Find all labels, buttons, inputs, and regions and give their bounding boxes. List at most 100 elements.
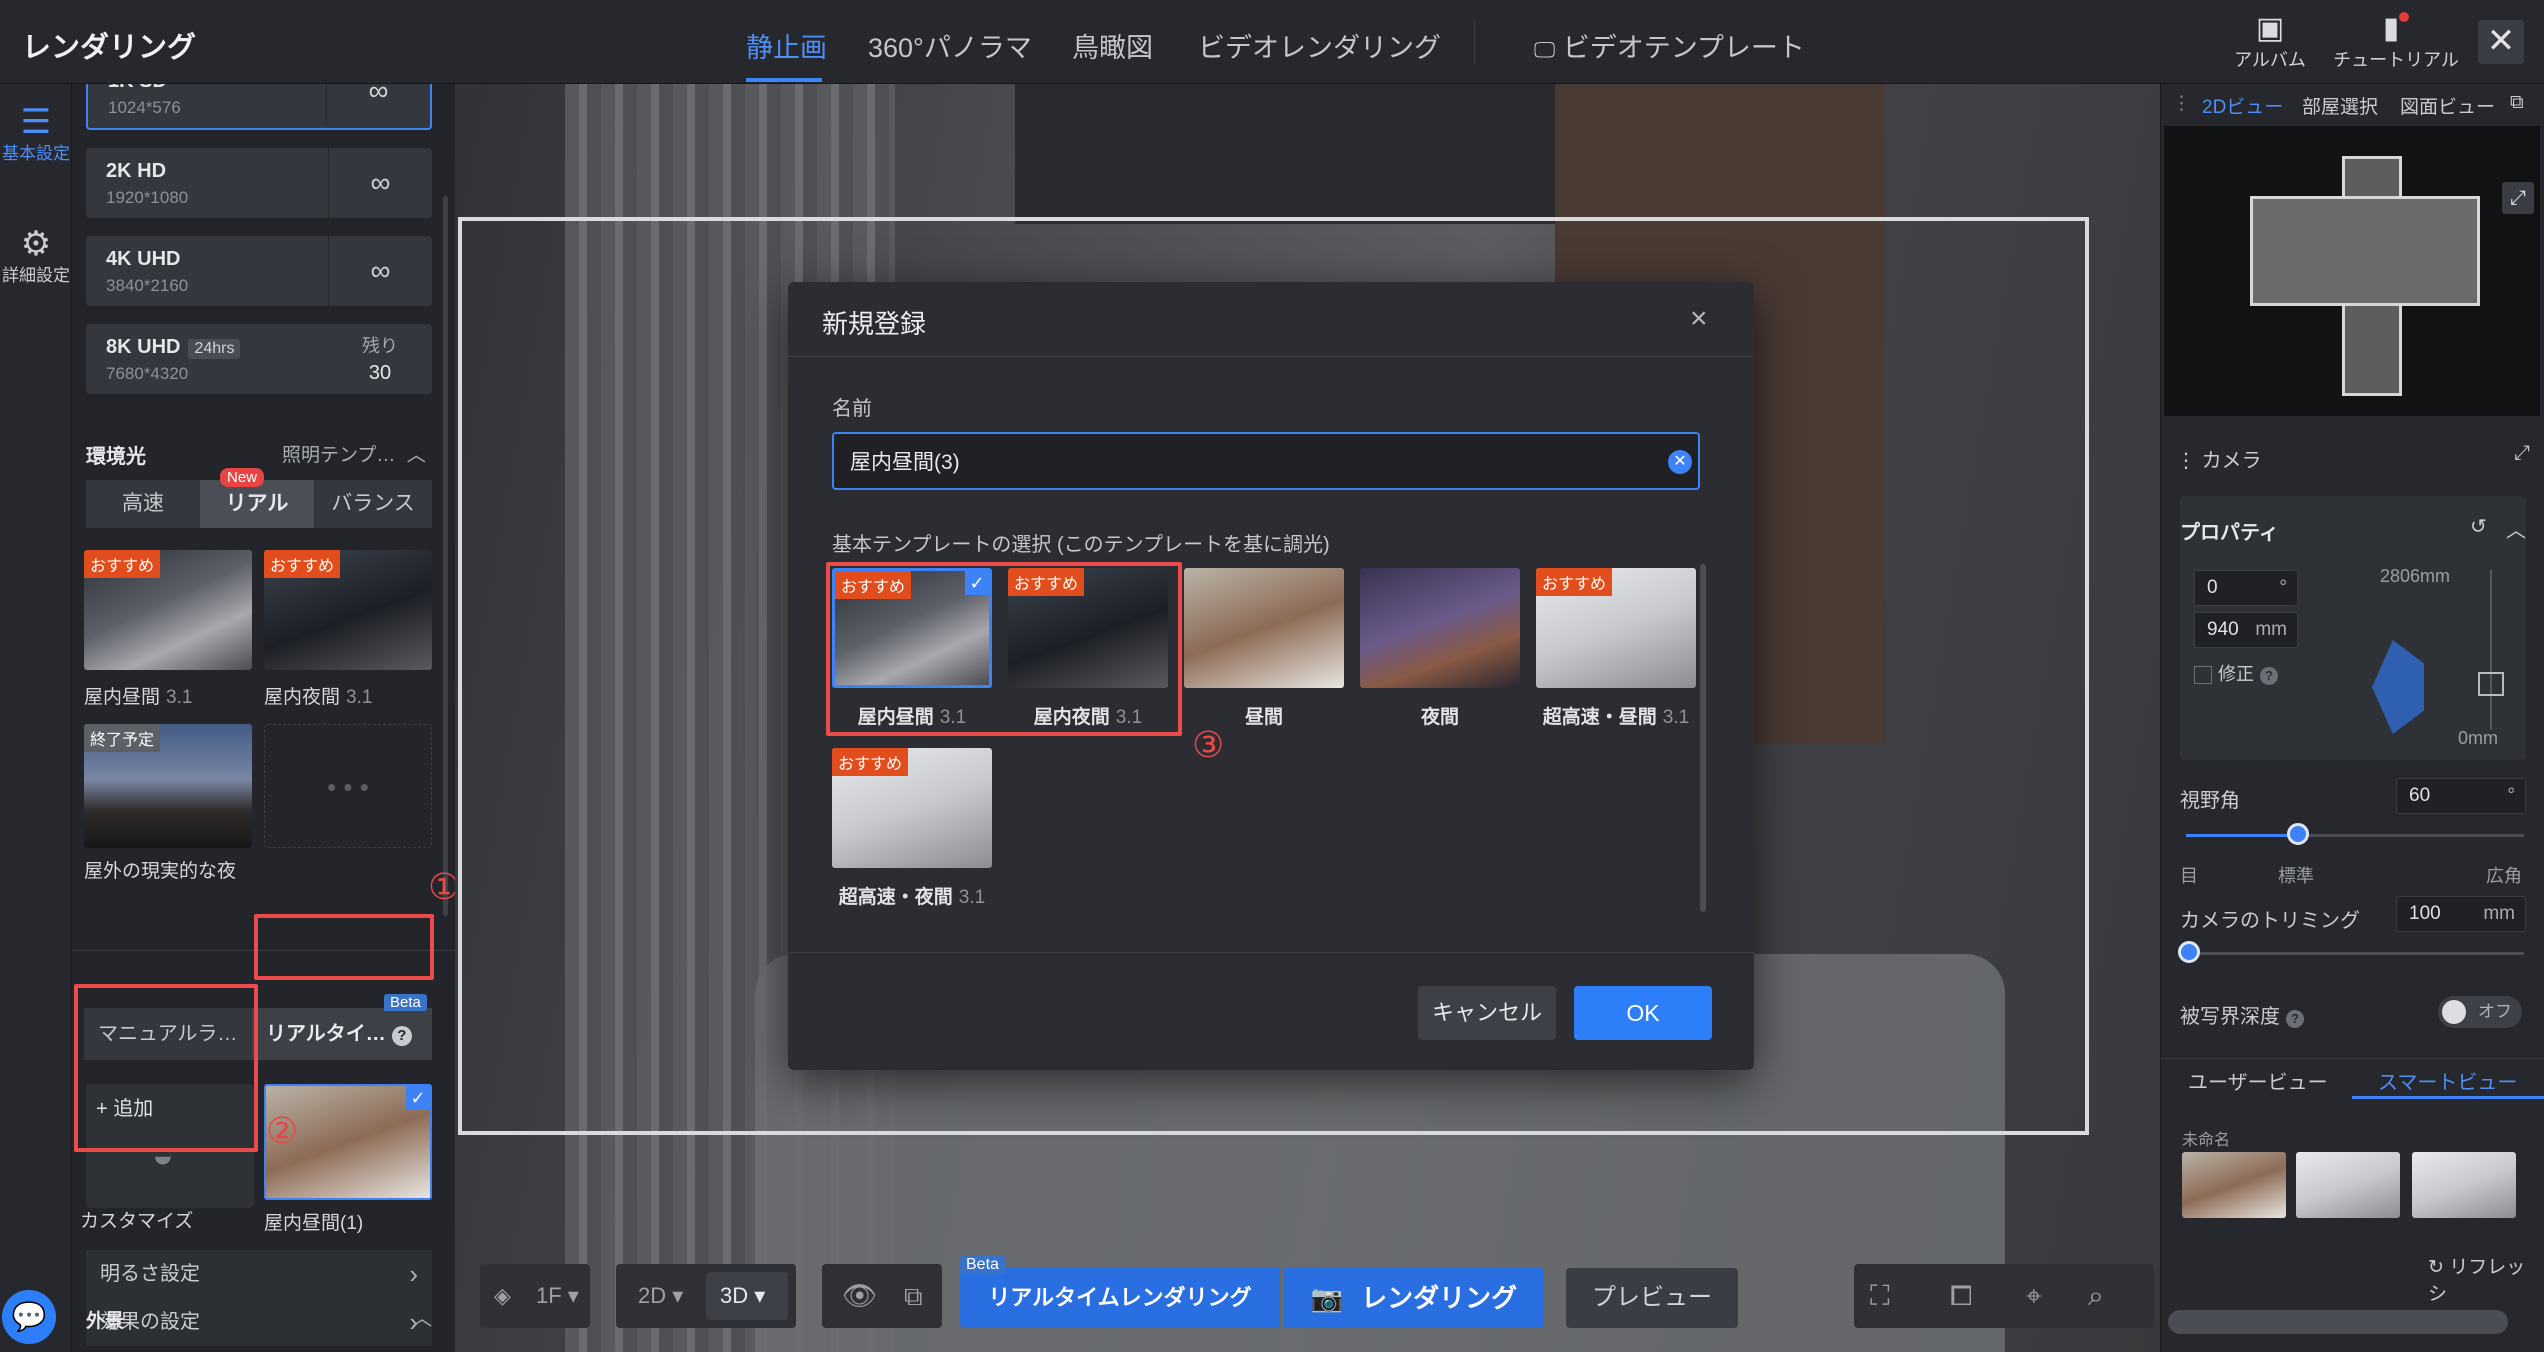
cancel-button[interactable]: キャンセル [1418, 986, 1556, 1040]
left-panel-scrollbar[interactable] [443, 196, 448, 916]
caption-version: 3.1 [346, 687, 373, 708]
popout-icon[interactable]: ⧉ [2510, 92, 2524, 114]
help-icon[interactable]: ? [2286, 1010, 2304, 1028]
template-fast-night[interactable]: おすすめ [832, 748, 992, 868]
view-2d-dropdown[interactable]: 2D ▾ [638, 1272, 683, 1320]
resolution-1k[interactable]: 1K SD 1024*576 ∞ [86, 84, 432, 130]
close-button[interactable]: ✕ [2478, 20, 2524, 64]
effects-settings-row[interactable]: 効果の設定 › [86, 1298, 432, 1346]
template-name: 屋内夜間 [1033, 707, 1110, 728]
frame-select-icon[interactable]: ⛶ [1870, 1272, 1890, 1320]
tab-2d-view[interactable]: 2Dビュー [2202, 92, 2283, 119]
help-icon[interactable]: ? [2260, 667, 2278, 685]
zoom-search-icon[interactable]: ⌕ [2088, 1272, 2104, 1320]
height-input[interactable]: 940 mm [2194, 612, 2298, 648]
fix-checkbox[interactable]: 修正? [2194, 660, 2278, 686]
rail-advanced-settings[interactable]: ⚙ 詳細設定 [0, 224, 72, 286]
template-indoor-day[interactable]: おすすめ ✓ [832, 568, 992, 688]
close-icon: ✕ [2486, 22, 2516, 60]
mode-fast[interactable]: 高速 [86, 480, 200, 528]
tab-smart-view[interactable]: スマートビュー [2378, 1066, 2517, 1095]
tab-video-rendering[interactable]: ビデオレンダリング [1198, 26, 1441, 65]
ambient-thumb-day[interactable]: おすすめ [84, 550, 252, 670]
preview-button[interactable]: プレビュー [1566, 1268, 1738, 1328]
template-scrollbar[interactable] [1700, 564, 1706, 912]
exterior-title[interactable]: 外景 [86, 1306, 124, 1333]
dof-toggle[interactable]: オフ [2438, 996, 2522, 1028]
tab-still-image[interactable]: 静止画 [746, 26, 827, 65]
beta-badge: Beta [960, 1256, 1005, 1274]
realtime-rendering-button[interactable]: リアルタイムレンダリング [960, 1268, 1280, 1328]
chevron-up-icon[interactable]: ︿ [412, 1302, 432, 1331]
tab-user-view[interactable]: ユーザービュー [2188, 1066, 2328, 1095]
ambient-thumb-night[interactable]: おすすめ [264, 550, 432, 670]
template-caption: 超高速・夜間 3.1 [824, 882, 1000, 909]
minimap[interactable]: ⤢ [2164, 126, 2540, 416]
refresh-icon: ↻ [2428, 1257, 2444, 1278]
tab-birds-eye[interactable]: 鳥瞰図 [1072, 26, 1153, 65]
monitor-icon: 🖵 [1534, 37, 1556, 62]
rendering-button[interactable]: 📷 レンダリング [1284, 1268, 1544, 1328]
expand-camera-icon[interactable]: ⤢ [2514, 442, 2530, 465]
trim-input[interactable]: 100 mm [2396, 896, 2526, 932]
stack-icon[interactable]: ⧉ [904, 1272, 923, 1320]
rotation-input[interactable]: 0 ° [2194, 570, 2298, 606]
lighting-template-link[interactable]: 照明テンプ… ︿ [282, 440, 426, 467]
right-panel-scrollbar[interactable] [2168, 1310, 2508, 1334]
smart-view-thumb-2[interactable] [2296, 1152, 2400, 1218]
height-handle[interactable] [2478, 672, 2504, 696]
fov-slider-knob[interactable] [2287, 823, 2309, 845]
resolution-2k[interactable]: 2K HD 1920*1080 ∞ [86, 148, 432, 218]
eye-icon[interactable]: 👁 [842, 1272, 878, 1320]
template-fast-day[interactable]: おすすめ [1536, 568, 1696, 688]
tab-video-template[interactable]: 🖵 ビデオテンプレート [1534, 26, 1805, 65]
height-value: 940 [2207, 619, 2239, 640]
tab-room-select[interactable]: 部屋選択 [2302, 92, 2378, 119]
drag-handle-icon[interactable]: ⋮ [2172, 92, 2191, 115]
mode-real[interactable]: リアル [200, 480, 314, 528]
smart-view-thumb-1[interactable] [2182, 1152, 2286, 1218]
floor-dropdown[interactable]: 1F ▾ [536, 1272, 579, 1320]
manual-render-button[interactable]: マニュアルラ… [84, 1008, 252, 1060]
template-indoor-night[interactable]: おすすめ [1008, 568, 1168, 688]
help-icon[interactable]: ? [391, 1026, 412, 1046]
reset-icon[interactable]: ↺ [2470, 514, 2487, 539]
album-button[interactable]: ▣ アルバム [2230, 12, 2310, 72]
camera-section[interactable]: ⋮ カメラ [2176, 444, 2262, 473]
chat-button[interactable]: 💬 [2, 1290, 56, 1344]
resolution-4k[interactable]: 4K UHD 3840*2160 ∞ [86, 236, 432, 306]
fov-input[interactable]: 60 ° [2396, 778, 2526, 814]
mode-balance[interactable]: バランス [314, 480, 432, 528]
focus-icon[interactable]: ⌖ [2026, 1272, 2042, 1320]
smart-view-thumb-3[interactable] [2412, 1152, 2516, 1218]
add-custom-card[interactable]: + 追加 ◒ [86, 1084, 254, 1208]
expand-icon[interactable]: ⤢ [2502, 182, 2534, 214]
rail-basic-settings[interactable]: ☰ 基本設定 [0, 102, 72, 164]
realtime-render-button[interactable]: リアルタイ…? [252, 1008, 432, 1060]
visibility-group [822, 1264, 942, 1328]
tutorial-button[interactable]: ▮ チュートリアル [2326, 12, 2466, 72]
resolution-8k[interactable]: 8K UHD 24hrs 7680*4320 残り 30 [86, 324, 432, 394]
resolution-name: 4K UHD [106, 248, 181, 270]
dialog-close-icon[interactable]: × [1690, 302, 1708, 336]
trim-slider-knob[interactable] [2178, 941, 2200, 963]
left-panel: 1K SD 1024*576 ∞ 2K HD 1920*1080 ∞ 4K UH… [72, 84, 455, 1352]
chevron-up-icon[interactable]: ︿ [2506, 514, 2526, 543]
clear-input-icon[interactable]: ✕ [1668, 450, 1692, 474]
crop-icon[interactable]: ⧠ [1950, 1272, 1972, 1320]
tab-panorama[interactable]: 360°パノラマ [868, 26, 1032, 65]
ok-button[interactable]: OK [1574, 986, 1712, 1040]
bottom-height-label: 0mm [2458, 728, 2498, 748]
ambient-thumb-exterior[interactable]: 終了予定 [84, 724, 252, 848]
tab-drawing-view[interactable]: 図面ビュー [2400, 92, 2495, 119]
brightness-settings-row[interactable]: 明るさ設定 › [86, 1250, 432, 1298]
infinity-icon: ∞ [328, 148, 432, 218]
refresh-button[interactable]: ↻ リフレッシ [2428, 1252, 2544, 1306]
trim-slider-track[interactable] [2186, 952, 2524, 955]
tutorial-label: チュートリアル [2333, 50, 2459, 70]
view-3d-dropdown[interactable]: 3D ▾ [706, 1272, 788, 1320]
template-night[interactable] [1360, 568, 1520, 688]
template-day[interactable] [1184, 568, 1344, 688]
name-input[interactable] [832, 432, 1700, 490]
template-caption: 夜間 [1420, 707, 1459, 728]
